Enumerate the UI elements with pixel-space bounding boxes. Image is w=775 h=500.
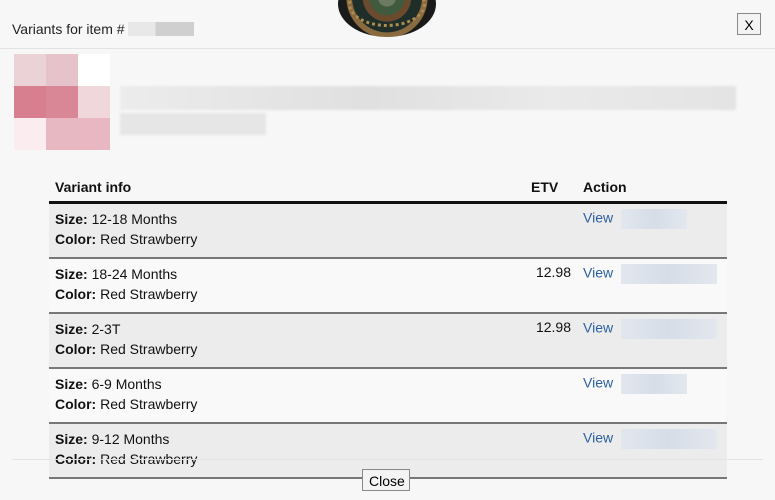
view-link[interactable]: View — [583, 430, 613, 446]
close-button[interactable]: Close — [362, 469, 410, 491]
size-label: Size: — [55, 211, 88, 227]
color-label: Color: — [55, 396, 97, 412]
table-row: Size: 18-24 Months Color: Red Strawberry… — [49, 258, 727, 314]
etv-cell: 12.98 — [525, 258, 577, 314]
color-value: Red Strawberry — [100, 396, 198, 412]
size-label: Size: — [55, 376, 88, 392]
color-value: Red Strawberry — [100, 231, 198, 247]
redacted-link-text — [621, 319, 718, 339]
variant-info-cell: Size: 9-12 Months Color: Red Strawberry — [49, 423, 525, 479]
view-link[interactable]: View — [583, 210, 613, 226]
etv-cell: 12.98 — [525, 313, 577, 369]
table-row: Size: 12-18 Months Color: Red Strawberry… — [49, 202, 727, 259]
color-label: Color: — [55, 231, 97, 247]
dialog-title: Variants for item # — [12, 21, 125, 37]
size-value: 12-18 Months — [91, 211, 178, 227]
variants-table: Variant info ETV Action Size: 12-18 Mont… — [49, 172, 727, 479]
variant-info-cell: Size: 6-9 Months Color: Red Strawberry — [49, 368, 525, 424]
table-row: Size: 6-9 Months Color: Red Strawberry V… — [49, 368, 727, 424]
size-value: 9-12 Months — [91, 431, 170, 447]
variant-info-cell: Size: 18-24 Months Color: Red Strawberry — [49, 258, 525, 314]
redacted-link-text — [621, 374, 688, 394]
redacted-link-text — [621, 429, 718, 449]
header-etv: ETV — [525, 172, 577, 204]
dialog-footer-divider — [12, 459, 763, 460]
table-header-row: Variant info ETV Action — [49, 172, 727, 204]
action-cell: View — [577, 368, 727, 424]
redacted-link-text — [621, 264, 718, 284]
action-cell: View — [577, 313, 727, 369]
view-link[interactable]: View — [583, 375, 613, 391]
size-label: Size: — [55, 266, 88, 282]
variant-info-cell: Size: 12-18 Months Color: Red Strawberry — [49, 202, 525, 259]
redacted-product-description — [120, 86, 740, 138]
etv-cell — [525, 202, 577, 259]
color-label: Color: — [55, 341, 97, 357]
size-value: 2-3T — [91, 321, 121, 337]
color-value: Red Strawberry — [100, 341, 198, 357]
header-action: Action — [577, 172, 727, 204]
etv-cell — [525, 423, 577, 479]
size-value: 18-24 Months — [91, 266, 178, 282]
action-cell: View — [577, 202, 727, 259]
table-row: Size: 2-3T Color: Red Strawberry 12.98 V… — [49, 313, 727, 369]
redacted-link-text — [621, 209, 688, 229]
view-link[interactable]: View — [583, 320, 613, 336]
action-cell: View — [577, 423, 727, 479]
size-label: Size: — [55, 431, 88, 447]
product-thumbnail — [14, 54, 112, 166]
variants-dialog: Variants for item # X Variant info ETV A… — [0, 0, 775, 500]
size-label: Size: — [55, 321, 88, 337]
color-value: Red Strawberry — [100, 286, 198, 302]
action-cell: View — [577, 258, 727, 314]
redacted-item-id — [128, 22, 194, 36]
etv-cell — [525, 368, 577, 424]
header-variant-info: Variant info — [49, 172, 525, 204]
variant-info-cell: Size: 2-3T Color: Red Strawberry — [49, 313, 525, 369]
close-x-button[interactable]: X — [737, 13, 761, 35]
color-label: Color: — [55, 286, 97, 302]
view-link[interactable]: View — [583, 265, 613, 281]
size-value: 6-9 Months — [91, 376, 162, 392]
